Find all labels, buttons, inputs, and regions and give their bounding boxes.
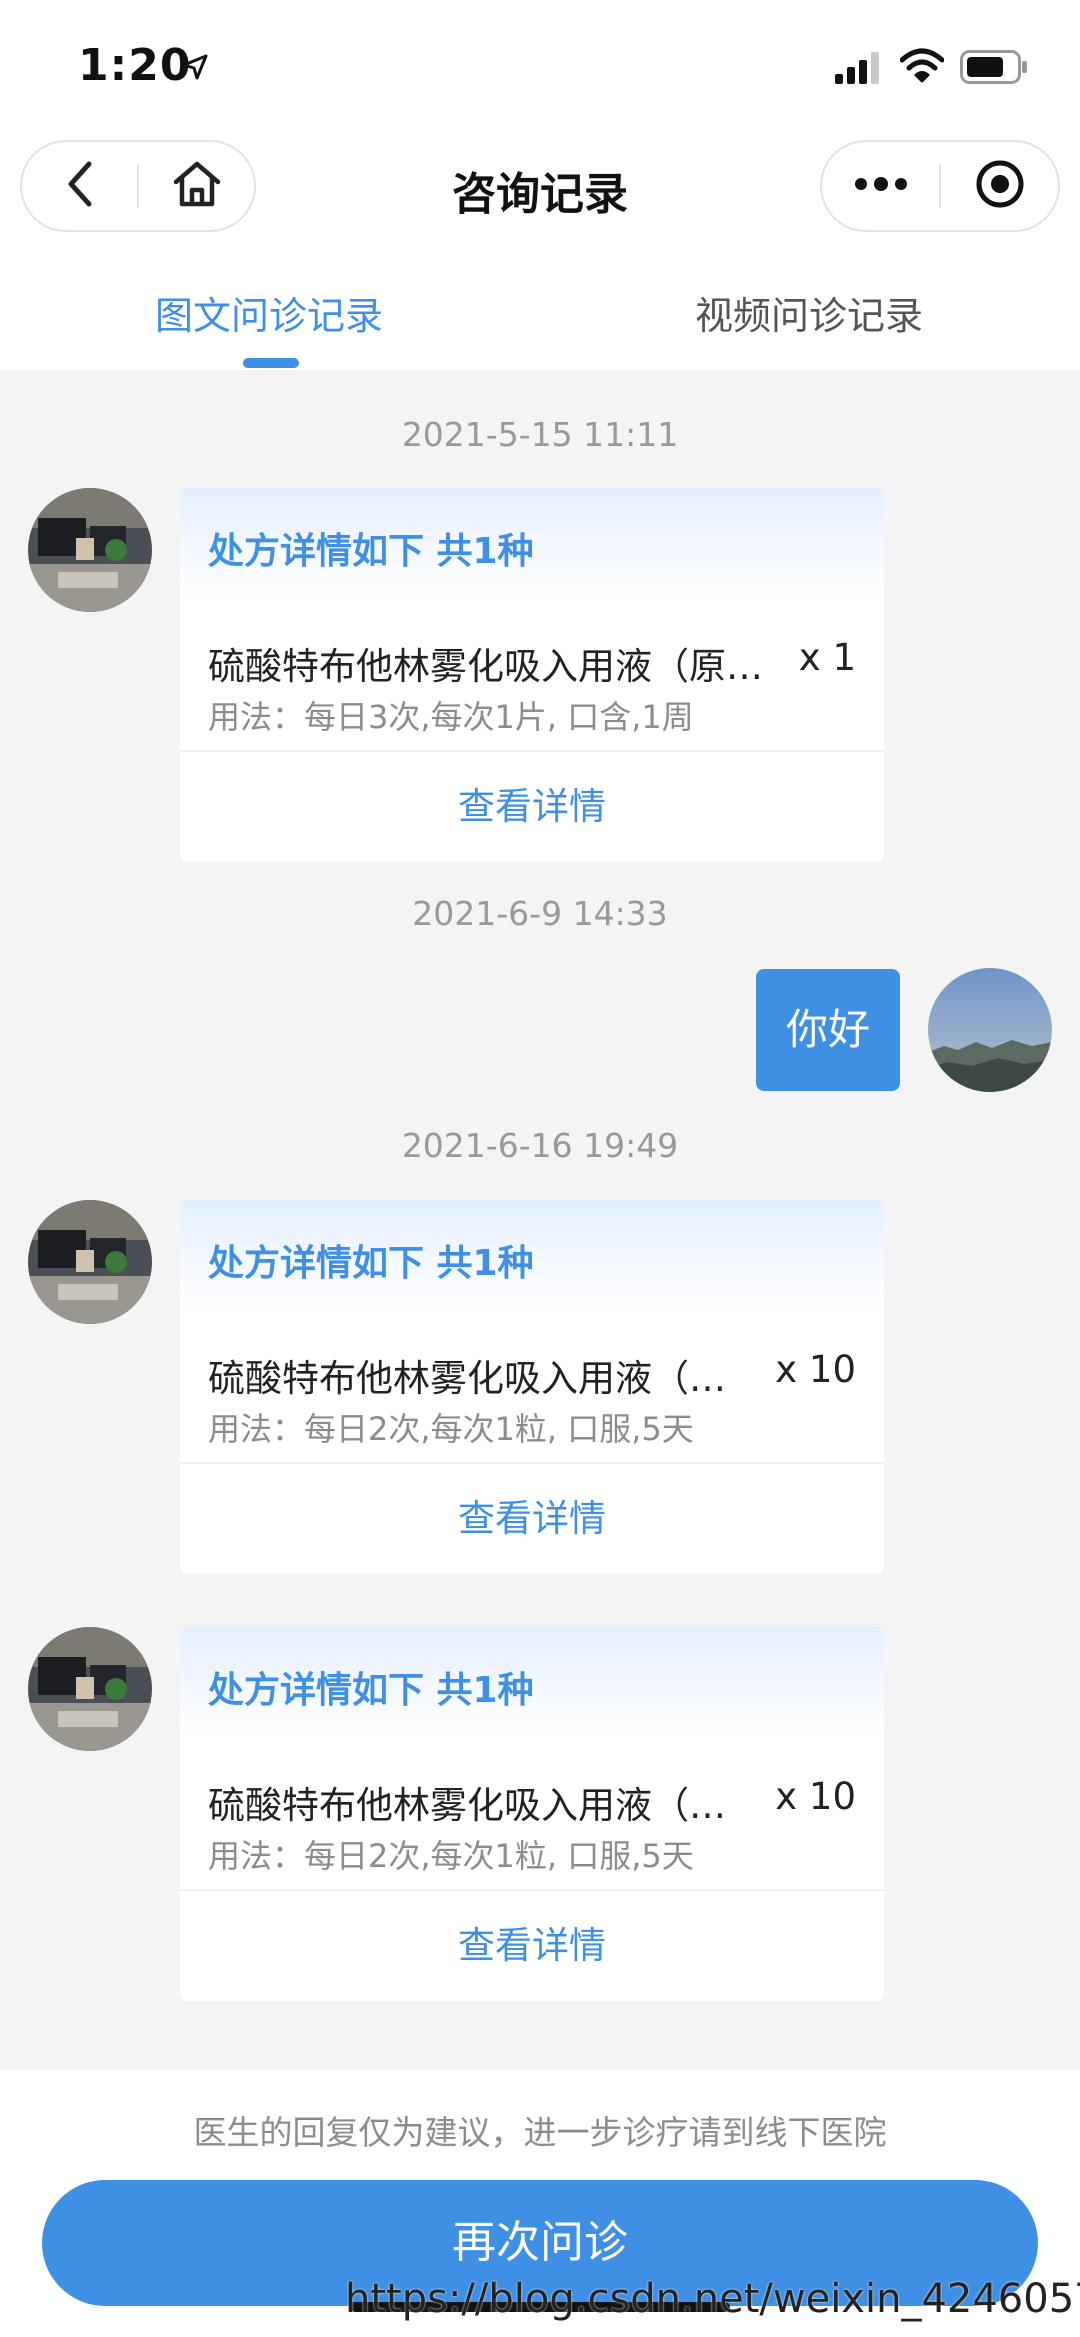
signal-icon — [835, 52, 883, 88]
location-arrow-icon — [180, 52, 210, 86]
doctor-avatar[interactable] — [28, 1627, 152, 1751]
prescription-card: 处方详情如下 共1种 硫酸特布他林雾化吸入用液（… x 10 用法：每日2次,每… — [180, 1627, 884, 2001]
nav-capsule-right — [820, 140, 1060, 232]
close-button[interactable] — [941, 142, 1058, 230]
drug-usage: 用法：每日3次,每次1片, 口含,1周 — [208, 698, 694, 736]
doctor-avatar[interactable] — [28, 1200, 152, 1324]
drug-usage: 用法：每日2次,每次1粒, 口服,5天 — [208, 1837, 694, 1875]
user-avatar[interactable] — [928, 968, 1052, 1092]
doctor-avatar[interactable] — [28, 488, 152, 612]
prescription-card: 处方详情如下 共1种 硫酸特布他林雾化吸入用液（原… x 1 用法：每日3次,每… — [180, 488, 884, 862]
message-timestamp: 2021-5-15 11:11 — [401, 415, 679, 454]
view-details-button[interactable]: 查看详情 — [180, 1891, 884, 2001]
view-details-button[interactable]: 查看详情 — [180, 1464, 884, 1574]
tab-video-records[interactable]: 视频问诊记录 — [695, 285, 923, 340]
message-timestamp: 2021-6-16 19:49 — [401, 1126, 679, 1165]
top-area: 1:20 咨询记录 图文问诊记录 视频问诊记录 — [0, 0, 1080, 370]
wifi-icon — [899, 48, 945, 88]
active-tab-indicator — [243, 358, 299, 368]
card-title: 处方详情如下 共1种 — [208, 1670, 534, 1711]
back-chevron-icon — [65, 160, 95, 212]
battery-icon — [960, 50, 1030, 88]
user-message-bubble: 你好 — [756, 969, 900, 1091]
tab-image-text-records[interactable]: 图文问诊记录 — [155, 285, 383, 340]
view-details-button[interactable]: 查看详情 — [180, 752, 884, 862]
status-bar: 1:20 — [0, 0, 1080, 135]
drug-usage: 用法：每日2次,每次1粒, 口服,5天 — [208, 1410, 694, 1448]
prescription-card: 处方详情如下 共1种 硫酸特布他林雾化吸入用液（… x 10 用法：每日2次,每… — [180, 1200, 884, 1574]
drug-name: 硫酸特布他林雾化吸入用液（… — [208, 1784, 726, 1827]
drug-name: 硫酸特布他林雾化吸入用液（… — [208, 1357, 726, 1400]
home-icon — [172, 160, 222, 212]
back-button[interactable] — [22, 142, 137, 230]
drug-quantity: x 1 — [798, 636, 856, 679]
status-time: 1:20 — [78, 40, 192, 91]
more-button[interactable] — [822, 142, 939, 230]
drug-quantity: x 10 — [775, 1348, 856, 1391]
message-timestamp: 2021-6-9 14:33 — [412, 894, 668, 933]
watermark-url: https://blog.csdn.net/weixin_42460570 — [345, 2276, 1080, 2322]
disclaimer-text: 医生的回复仅为建议，进一步诊疗请到线下医院 — [193, 2113, 887, 2152]
card-title: 处方详情如下 共1种 — [208, 531, 534, 572]
card-title: 处方详情如下 共1种 — [208, 1243, 534, 1284]
close-target-icon — [975, 159, 1025, 213]
nav-capsule-left — [20, 140, 256, 232]
more-dots-icon — [853, 176, 909, 196]
home-button[interactable] — [139, 142, 254, 230]
drug-name: 硫酸特布他林雾化吸入用液（原… — [208, 645, 763, 688]
drug-quantity: x 10 — [775, 1775, 856, 1818]
